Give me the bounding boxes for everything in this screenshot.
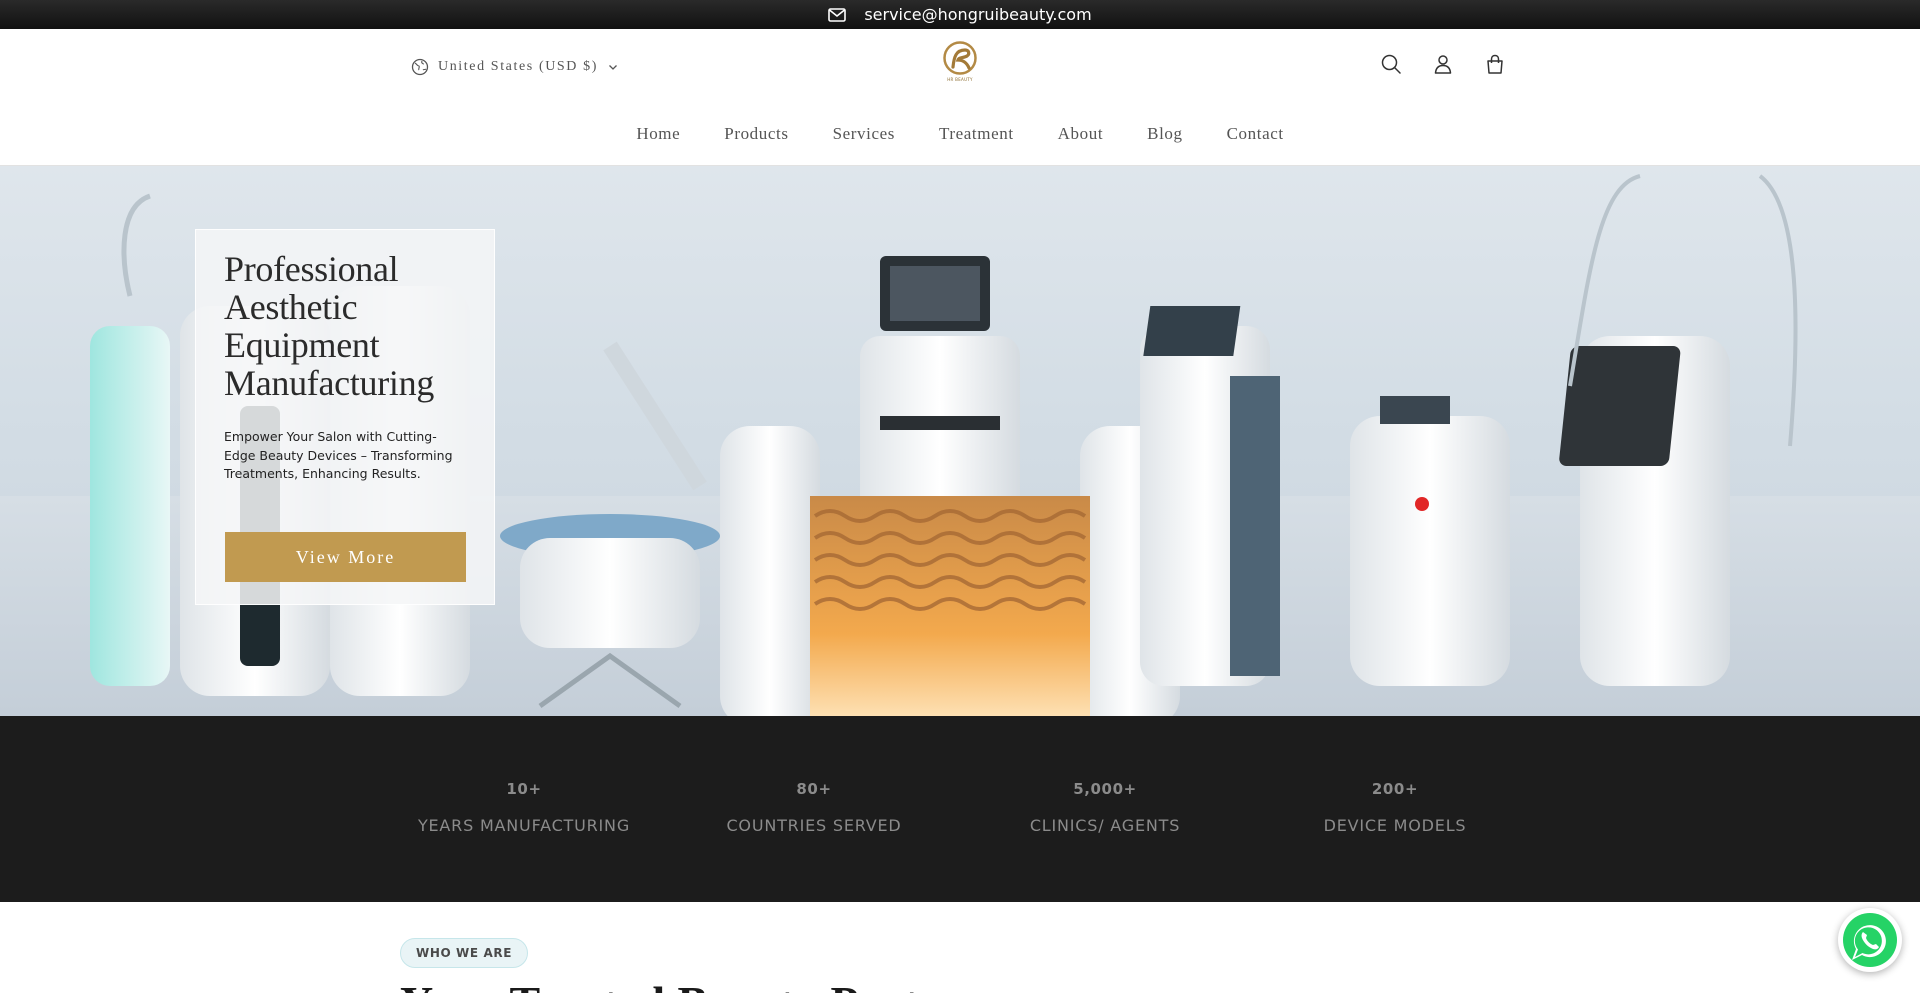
stat-label: CLINICS/ AGENTS (1029, 816, 1181, 835)
whatsapp-icon (1843, 913, 1897, 967)
stat-value: 80+ (796, 780, 832, 798)
nav-services[interactable]: Services (833, 124, 895, 144)
hero-banner: Professional Aesthetic Equipment Manufac… (0, 166, 1920, 716)
nav-about[interactable]: About (1058, 124, 1104, 144)
whatsapp-button[interactable] (1838, 908, 1902, 972)
stat-label: DEVICE MODELS (1323, 816, 1467, 835)
hero-title: Professional Aesthetic Equipment Manufac… (224, 249, 435, 403)
locale-selector[interactable]: United States (USD $) (411, 56, 618, 78)
stat-value: 10+ (506, 780, 542, 798)
hero-card: Professional Aesthetic Equipment Manufac… (195, 229, 495, 605)
chevron-down-icon (609, 65, 617, 70)
stat-clinics: 5,000+ CLINICS/ AGENTS (975, 780, 1235, 835)
section-heading: Your Trusted Beauty Partner (400, 976, 987, 993)
stat-value: 5,000+ (1073, 780, 1137, 798)
view-more-button[interactable]: View More (225, 532, 466, 582)
stat-years: 10+ YEARS MANUFACTURING (394, 780, 654, 835)
announcement-bar: service@hongruibeauty.com (0, 0, 1920, 29)
nav-home[interactable]: Home (636, 124, 680, 144)
nav-products[interactable]: Products (724, 124, 788, 144)
stats-bar: 10+ YEARS MANUFACTURING 80+ COUNTRIES SE… (0, 716, 1920, 902)
logo-text: HR BEAUTY (947, 77, 973, 82)
site-header: United States (USD $) HR BEAUTY Home Pro… (0, 29, 1920, 166)
locale-label: United States (USD $) (438, 59, 598, 74)
stat-countries: 80+ COUNTRIES SERVED (684, 780, 944, 835)
globe-icon (411, 58, 429, 76)
header-icons (1380, 53, 1506, 75)
main-nav: Home Products Services Treatment About B… (0, 124, 1920, 144)
nav-treatment[interactable]: Treatment (939, 124, 1014, 144)
stat-label: COUNTRIES SERVED (726, 816, 902, 835)
hero-subtitle: Empower Your Salon with Cutting-Edge Bea… (224, 429, 453, 481)
account-icon[interactable] (1432, 53, 1454, 75)
brand-logo[interactable]: HR BEAUTY (940, 41, 980, 86)
cart-icon[interactable] (1484, 53, 1506, 75)
stat-label: YEARS MANUFACTURING (417, 816, 631, 835)
section-tag: WHO WE ARE (400, 938, 528, 968)
announcement-email[interactable]: service@hongruibeauty.com (864, 5, 1091, 24)
mail-icon (828, 7, 847, 22)
nav-contact[interactable]: Contact (1227, 124, 1284, 144)
search-icon[interactable] (1380, 53, 1402, 75)
nav-blog[interactable]: Blog (1147, 124, 1182, 144)
stat-value: 200+ (1371, 780, 1419, 798)
stat-models: 200+ DEVICE MODELS (1265, 780, 1525, 835)
